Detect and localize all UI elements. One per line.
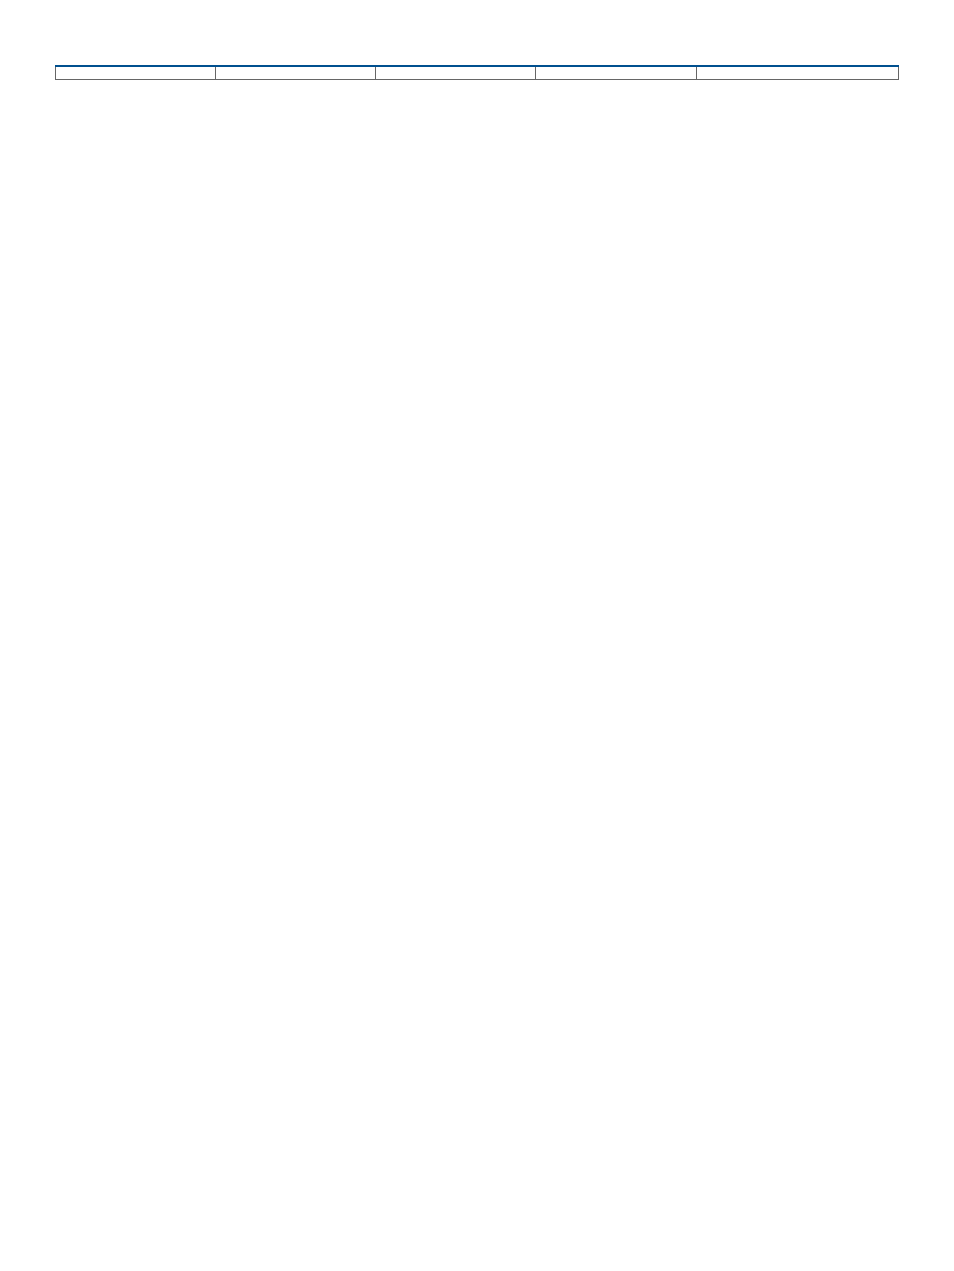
header-part-number bbox=[56, 66, 216, 80]
header-software-version bbox=[216, 66, 376, 80]
header-edition-comments bbox=[696, 66, 898, 80]
table-header-row bbox=[56, 66, 899, 80]
revision-history-table bbox=[55, 65, 899, 80]
header-publication-date bbox=[376, 66, 536, 80]
header-edition bbox=[536, 66, 696, 80]
